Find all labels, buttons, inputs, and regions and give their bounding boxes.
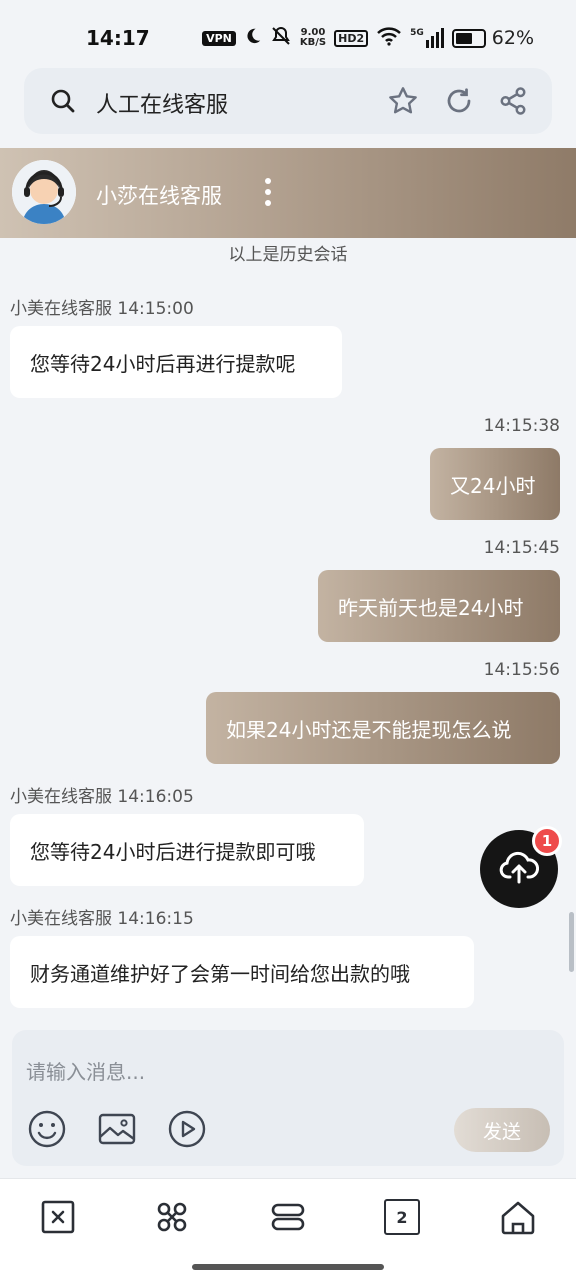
message-input[interactable] [24, 1044, 548, 1100]
vpn-badge: VPN [202, 30, 236, 46]
refresh-icon[interactable] [442, 84, 476, 118]
status-time: 14:17 [86, 26, 150, 50]
cell-signal-icon: 5G [410, 28, 444, 48]
hd-badge: HD2 [334, 29, 369, 47]
search-bar[interactable]: 人工在线客服 [24, 68, 552, 134]
search-icon [50, 88, 76, 118]
battery-fill [455, 32, 472, 44]
mute-icon [270, 26, 292, 50]
message-meta: 小美在线客服 14:15:00 [10, 299, 194, 319]
battery-icon [451, 28, 486, 48]
home-indicator[interactable] [192, 1264, 384, 1270]
battery-percent: 62% [491, 27, 534, 49]
message-bubble-outgoing: 又24小时 [430, 448, 560, 520]
speed-unit: KB/S [299, 37, 327, 48]
moon-icon [244, 27, 262, 49]
home-icon[interactable] [498, 1197, 538, 1237]
history-note: 以上是历史会话 [228, 245, 348, 265]
more-options-icon[interactable] [260, 178, 276, 210]
close-page-icon[interactable] [38, 1197, 78, 1237]
network-speed: 9.00 KB/S [300, 28, 326, 48]
search-query[interactable]: 人工在线客服 [96, 87, 228, 119]
send-button[interactable]: 发送 [454, 1108, 550, 1152]
wifi-icon [376, 26, 402, 50]
share-icon[interactable] [496, 84, 530, 118]
composer: 发送 [0, 1018, 576, 1178]
upload-fab-button[interactable]: 1 [480, 826, 562, 908]
image-icon[interactable] [96, 1108, 138, 1150]
message-bubble-outgoing: 昨天前天也是24小时 [318, 570, 560, 642]
agent-avatar[interactable] [12, 160, 76, 224]
chat-header: 小莎在线客服 [0, 148, 576, 238]
tabs-icon[interactable]: 2 [382, 1197, 422, 1237]
message-bubble-incoming: 财务通道维护好了会第一时间给您出款的哦 [10, 936, 474, 1008]
message-bubble-outgoing: 如果24小时还是不能提现怎么说 [206, 692, 560, 764]
message-meta: 小美在线客服 14:16:15 [10, 909, 194, 929]
emoji-icon[interactable] [26, 1108, 68, 1150]
video-play-icon[interactable] [166, 1108, 208, 1150]
message-bubble-incoming: 您等待24小时后再进行提款呢 [10, 326, 342, 398]
network-type: 5G [410, 28, 424, 38]
message-meta: 14:15:45 [483, 538, 560, 558]
tabs-count: 2 [384, 1199, 420, 1235]
star-icon[interactable] [386, 84, 420, 118]
scrollbar[interactable] [569, 912, 574, 972]
battery: 62% [451, 27, 534, 49]
message-meta: 14:15:56 [483, 660, 560, 680]
message-meta: 14:15:38 [483, 416, 560, 436]
message-meta: 小美在线客服 14:16:05 [10, 787, 194, 807]
agent-name: 小莎在线客服 [96, 184, 222, 208]
composer-card: 发送 [12, 1030, 564, 1166]
cloud-upload-icon [499, 849, 539, 889]
command-icon[interactable] [152, 1197, 192, 1237]
message-bubble-incoming: 您等待24小时后进行提款即可哦 [10, 814, 364, 886]
notification-badge: 1 [532, 826, 562, 856]
status-icons: VPN 9.00 KB/S HD2 5G 62% [202, 26, 534, 50]
status-bar: 14:17 VPN 9.00 KB/S HD2 5G 62% [0, 0, 576, 70]
menu-icon[interactable] [268, 1197, 308, 1237]
